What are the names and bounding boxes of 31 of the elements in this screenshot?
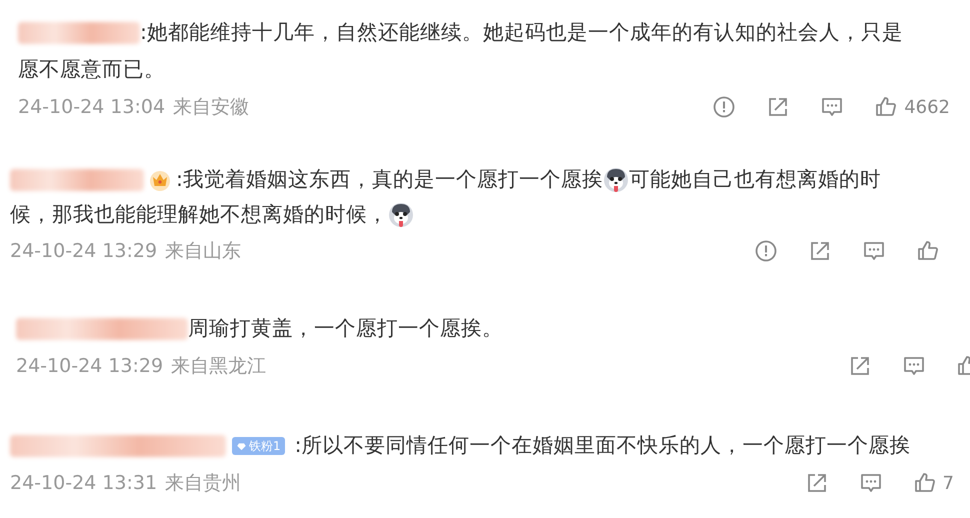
dog-emoji-icon — [388, 202, 414, 228]
dog-emoji-icon — [602, 166, 629, 192]
comment-location: 来自贵州 — [165, 471, 242, 496]
comment-text: 可能她自己也有想离婚的时 — [628, 166, 881, 193]
comment-text: :我觉着婚姻这东西，真的是一个愿打一个愿挨 — [176, 166, 603, 193]
thumbs-up-icon[interactable] — [912, 471, 937, 495]
thumbs-up-icon[interactable] — [874, 95, 898, 119]
comment-location: 来自安徽 — [173, 95, 250, 120]
comment-time: 24-10-24 13:31 — [10, 472, 158, 494]
comment-icon[interactable] — [902, 354, 926, 378]
comment-location: 来自山东 — [165, 239, 242, 264]
like-count: 4662 — [904, 96, 950, 118]
comment-text: 周瑜打黄盖，一个愿打一个愿挨。 — [188, 315, 503, 342]
comment-text: 愿不愿意而已。 — [18, 56, 165, 83]
thumbs-up-icon[interactable] — [916, 239, 940, 263]
comment-text: 候，那我也能能理解她不想离婚的时候， — [10, 201, 388, 228]
comment-time: 24-10-24 13:04 — [18, 96, 166, 118]
like-count: 7 — [942, 472, 954, 494]
report-icon[interactable] — [712, 95, 736, 119]
comment-text: :她都能维持十几年，自然还能继续。她起码也是一个成年的有认知的社会人，只是 — [140, 19, 903, 46]
fan-badge: 铁粉1 — [232, 436, 285, 454]
comment-time: 24-10-24 13:29 — [16, 355, 164, 377]
share-icon[interactable] — [848, 354, 872, 378]
comment-icon[interactable] — [858, 471, 883, 495]
comment-text: :所以不要同情任何一个在婚姻里面不快乐的人，一个愿打一个愿挨 — [294, 432, 911, 459]
comment-icon[interactable] — [820, 95, 844, 119]
report-icon[interactable] — [754, 239, 778, 263]
comment-icon[interactable] — [862, 239, 886, 263]
comment-time: 24-10-24 13:29 — [10, 240, 158, 262]
share-icon[interactable] — [808, 239, 832, 263]
comment-location: 来自黑龙江 — [171, 354, 266, 379]
